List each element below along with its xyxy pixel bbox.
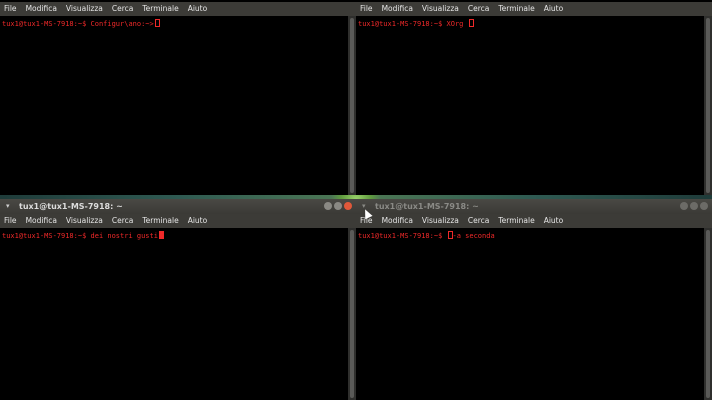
scrollbar-thumb[interactable] (350, 18, 354, 193)
title-bar[interactable]: ▾ tux1@tux1-MS-7918: ~ (356, 199, 712, 214)
menu-cerca[interactable]: Cerca (468, 216, 490, 225)
menu-terminale[interactable]: Terminale (498, 4, 534, 13)
menu-visualizza[interactable]: Visualizza (66, 216, 103, 225)
menu-cerca[interactable]: Cerca (112, 4, 134, 13)
menu-terminale[interactable]: Terminale (142, 4, 178, 13)
title-bar[interactable]: ▾ tux1@tux1-MS-7918: ~ (0, 199, 356, 214)
window-menu-icon[interactable]: ▾ (6, 199, 10, 214)
window-title: tux1@tux1-MS-7918: ~ (375, 202, 479, 211)
close-button[interactable] (700, 202, 708, 210)
close-button[interactable] (344, 202, 352, 210)
window-title: tux1@tux1-MS-7918: ~ (19, 202, 123, 211)
menu-bar: File Modifica Visualizza Cerca Terminale Aiut… (356, 2, 712, 16)
menu-modifica[interactable]: Modifica (382, 4, 413, 13)
menu-file[interactable]: File (4, 216, 17, 225)
terminal-area[interactable]: tux1@tux1-MS-7918:~$ dei nostri gusti (0, 228, 348, 400)
menu-bar: File Modifica Visualizza Cerca Terminale Aiut… (0, 214, 356, 228)
terminal-window-bottom-left[interactable]: ▾ tux1@tux1-MS-7918: ~ File Modifica Visua… (0, 199, 356, 400)
menu-modifica[interactable]: Modifica (26, 216, 57, 225)
command-text: XOrg (446, 20, 468, 28)
menu-file[interactable]: File (4, 4, 17, 13)
maximize-button[interactable] (690, 202, 698, 210)
command-text: -a seconda (452, 232, 495, 240)
command-text: dei nostri gusti (90, 232, 158, 240)
scrollbar[interactable] (704, 16, 712, 195)
shell-prompt: tux1@tux1-MS-7918:~$ (358, 20, 447, 28)
text-cursor (158, 231, 164, 239)
menu-terminale[interactable]: Terminale (498, 216, 534, 225)
menu-aiuto[interactable]: Aiuto (188, 4, 208, 13)
terminal-window-top-left[interactable]: File Modifica Visualizza Cerca Terminale Aiut… (0, 0, 356, 195)
scrollbar[interactable] (704, 228, 712, 400)
menu-bar: File Modifica Visualizza Cerca Terminale Aiut… (356, 214, 712, 228)
scrollbar[interactable] (348, 16, 356, 195)
menu-aiuto[interactable]: Aiuto (544, 4, 564, 13)
text-cursor (154, 19, 160, 27)
window-controls (678, 202, 708, 211)
menu-file[interactable]: File (360, 4, 373, 13)
menu-visualizza[interactable]: Visualizza (66, 4, 103, 13)
scrollbar[interactable] (348, 228, 356, 400)
scrollbar-thumb[interactable] (706, 18, 710, 193)
command-text: Configur\ano:~> (90, 20, 154, 28)
menu-bar: File Modifica Visualizza Cerca Terminale Aiut… (0, 2, 356, 16)
minimize-button[interactable] (680, 202, 688, 210)
menu-visualizza[interactable]: Visualizza (422, 216, 459, 225)
shell-prompt: tux1@tux1-MS-7918:~$ (2, 20, 91, 28)
shell-prompt: tux1@tux1-MS-7918:~$ (2, 232, 91, 240)
scrollbar-thumb[interactable] (350, 230, 354, 398)
minimize-button[interactable] (324, 202, 332, 210)
maximize-button[interactable] (334, 202, 342, 210)
window-controls (322, 202, 352, 211)
scrollbar-thumb[interactable] (706, 230, 710, 398)
menu-modifica[interactable]: Modifica (26, 4, 57, 13)
shell-prompt: tux1@tux1-MS-7918:~$ (358, 232, 447, 240)
terminal-area[interactable]: tux1@tux1-MS-7918:~$ Configur\ano:~> (0, 16, 348, 195)
terminal-window-top-right[interactable]: File Modifica Visualizza Cerca Terminale Aiut… (356, 0, 712, 195)
menu-cerca[interactable]: Cerca (112, 216, 134, 225)
menu-aiuto[interactable]: Aiuto (544, 216, 564, 225)
menu-terminale[interactable]: Terminale (142, 216, 178, 225)
text-cursor (468, 19, 474, 27)
menu-aiuto[interactable]: Aiuto (188, 216, 208, 225)
terminal-area[interactable]: tux1@tux1-MS-7918:~$ -a seconda (356, 228, 704, 400)
menu-cerca[interactable]: Cerca (468, 4, 490, 13)
menu-modifica[interactable]: Modifica (382, 216, 413, 225)
terminal-area[interactable]: tux1@tux1-MS-7918:~$ XOrg (356, 16, 704, 195)
menu-visualizza[interactable]: Visualizza (422, 4, 459, 13)
terminal-window-bottom-right[interactable]: ▾ tux1@tux1-MS-7918: ~ File Modifica Visua… (356, 199, 712, 400)
